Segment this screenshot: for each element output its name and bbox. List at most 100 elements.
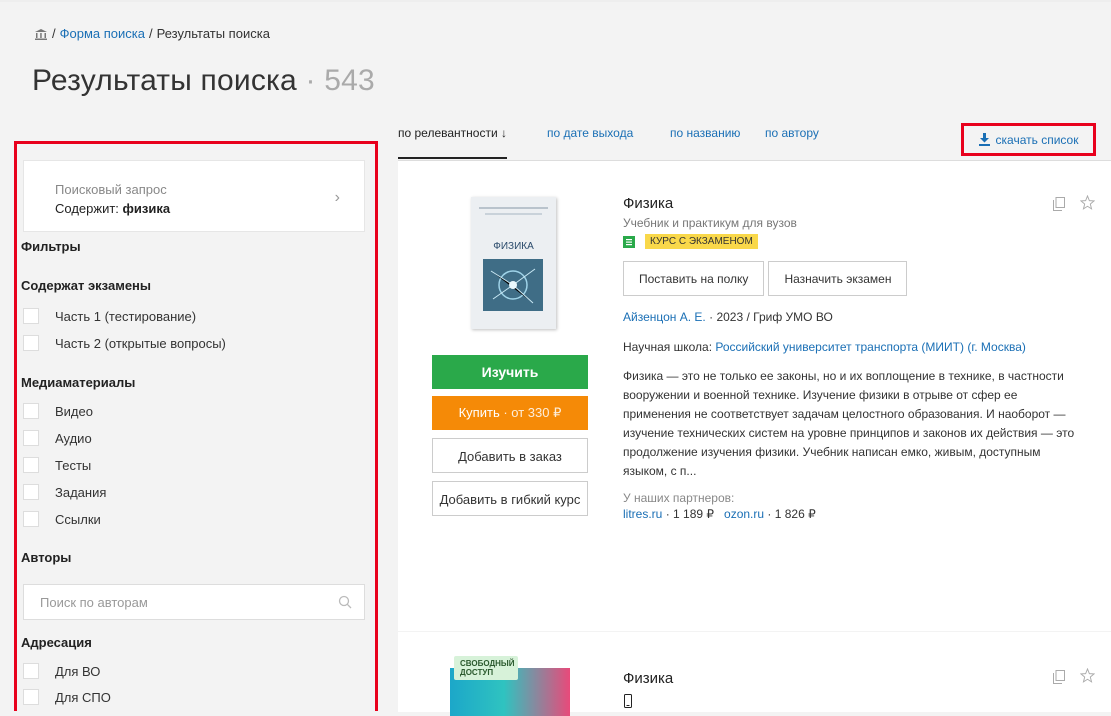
cover-decoration <box>479 207 548 209</box>
query-label: Поисковый запрос <box>55 182 167 197</box>
page-title-text: Результаты поиска <box>32 64 297 97</box>
filter-checkbox-row[interactable]: Тесты <box>23 457 91 473</box>
badge-row: КУРС С ЭКЗАМЕНОМ <box>623 234 1083 249</box>
checkbox[interactable] <box>23 308 39 324</box>
checkbox-label: Аудио <box>55 430 92 446</box>
results-separator: · <box>305 64 316 97</box>
cover-title: ФИЗИКА <box>493 241 534 252</box>
free-access-badge: СВОБОДНЫЙ ДОСТУП <box>454 656 518 680</box>
top-divider <box>0 0 1111 2</box>
breadcrumb-current: Результаты поиска <box>156 26 270 41</box>
checkbox[interactable] <box>23 457 39 473</box>
filter-checkbox-row[interactable]: Аудио <box>23 430 92 446</box>
audience-section-title: Адресация <box>21 635 92 650</box>
partner-price: · 1 189 ₽ <box>665 507 715 521</box>
add-to-flex-course-button[interactable]: Добавить в гибкий курс <box>432 481 588 516</box>
add-to-order-button[interactable]: Добавить в заказ <box>432 438 588 473</box>
media-section-title: Медиаматериалы <box>21 375 136 390</box>
filters-sidebar: Поисковый запрос Содержит: физика › Филь… <box>14 141 378 711</box>
checkbox-label: Задания <box>55 484 107 500</box>
sort-by-author[interactable]: по автору <box>765 126 819 140</box>
download-list-label: скачать список <box>995 132 1079 147</box>
partner-price: · 1 826 ₽ <box>767 507 816 521</box>
home-icon[interactable] <box>34 28 48 40</box>
sort-by-name[interactable]: по названию <box>670 126 740 140</box>
filter-checkbox-row[interactable]: Задания <box>23 484 106 500</box>
book-meta: Айзенцон А. Е. · 2023 / Гриф УМО ВО <box>623 310 1083 324</box>
book-title[interactable]: Физика <box>623 195 1083 212</box>
author-search-field[interactable] <box>23 584 365 620</box>
filter-checkbox-row[interactable]: Часть 2 (открытые вопросы) <box>23 335 226 351</box>
download-list-button[interactable]: скачать список <box>961 123 1096 156</box>
checkbox[interactable] <box>23 403 39 419</box>
query-value: Содержит: физика <box>55 201 170 216</box>
book-actions: Поставить на полку Назначить экзамен <box>623 261 1083 296</box>
checkbox[interactable] <box>23 484 39 500</box>
school-link[interactable]: Российский университет транспорта (МИИТ)… <box>715 340 1026 354</box>
star-icon[interactable] <box>1080 195 1095 210</box>
add-to-shelf-button[interactable]: Поставить на полку <box>623 261 765 296</box>
query-contains-label: Содержит: <box>55 201 119 216</box>
book-description: Физика — это не только ее законы, но и и… <box>623 369 1075 478</box>
sort-by-relevance[interactable]: по релевантности ↓ <box>398 126 508 159</box>
partners-label: У наших партнеров: <box>623 491 735 505</box>
checkbox[interactable] <box>23 335 39 351</box>
chevron-right-icon: › <box>334 189 340 206</box>
book-title[interactable]: Физика <box>623 670 673 687</box>
filters-title: Фильтры <box>21 239 81 254</box>
copy-icon[interactable] <box>1053 197 1065 211</box>
author-search-input[interactable] <box>38 594 332 611</box>
cover-illustration <box>483 259 543 311</box>
assign-exam-button[interactable]: Назначить экзамен <box>768 261 908 296</box>
checkbox[interactable] <box>23 511 39 527</box>
filter-checkbox-row[interactable]: Ссылки <box>23 511 101 527</box>
copy-icon[interactable] <box>1053 670 1065 684</box>
exam-course-badge: КУРС С ЭКЗАМЕНОМ <box>645 234 758 249</box>
phone-icon <box>624 694 632 708</box>
checkbox-label: Часть 2 (открытые вопросы) <box>55 335 226 351</box>
breadcrumb-search-form-link[interactable]: Форма поиска <box>60 26 145 41</box>
learn-button[interactable]: Изучить <box>432 355 588 389</box>
checkbox-label: Часть 1 (тестирование) <box>55 308 197 324</box>
scientific-school: Научная школа: Российский университет тр… <box>623 338 1083 357</box>
checkbox-label: Для ВО <box>55 663 101 679</box>
search-icon[interactable] <box>338 595 352 609</box>
filter-checkbox-row[interactable]: Видео <box>23 403 93 419</box>
query-term: физика <box>122 201 171 216</box>
download-icon <box>978 133 990 146</box>
sort-by-date[interactable]: по дате выхода <box>547 126 633 140</box>
buy-label: Купить <box>458 405 500 420</box>
filter-checkbox-row[interactable]: Для ВО <box>23 663 100 679</box>
star-icon[interactable] <box>1080 668 1095 683</box>
book-cover[interactable]: СВОБОДНЫЙ ДОСТУП <box>450 656 570 716</box>
checkbox[interactable] <box>23 430 39 446</box>
checkbox-label: Видео <box>55 403 93 419</box>
page-title: Результаты поиска · 543 <box>32 64 375 98</box>
buy-price: · от 330 ₽ <box>503 405 562 420</box>
checkbox[interactable] <box>23 689 39 705</box>
sort-bar: по релевантности ↓ по дате выхода по наз… <box>398 123 1111 161</box>
partner-offers: litres.ru · 1 189 ₽ ozon.ru · 1 826 ₽ <box>623 507 1083 521</box>
book-subtitle: Учебник и практикум для вузов <box>623 216 797 230</box>
breadcrumb-sep: / <box>148 26 153 41</box>
cover-decoration <box>485 213 542 215</box>
checkbox[interactable] <box>23 663 39 679</box>
partner-link-litres[interactable]: litres.ru <box>623 507 662 521</box>
book-cover[interactable]: ФИЗИКА <box>471 197 556 329</box>
breadcrumb: / Форма поиска / Результаты поиска <box>34 26 270 41</box>
exams-section-title: Содержат экзамены <box>21 278 151 293</box>
search-query-box[interactable]: Поисковый запрос Содержит: физика › <box>23 160 365 232</box>
author-link[interactable]: Айзенцон А. Е. <box>623 310 706 324</box>
book-info: Физика Учебник и практикум для вузов КУР… <box>623 195 1083 521</box>
checkbox-label: Ссылки <box>55 511 101 527</box>
checkbox-label: Для СПО <box>55 689 111 705</box>
result-card: СВОБОДНЫЙ ДОСТУП Физика <box>398 632 1111 716</box>
filter-checkbox-row[interactable]: Часть 1 (тестирование) <box>23 308 196 324</box>
buy-button[interactable]: Купить · от 330 ₽ <box>432 396 588 430</box>
results-count: 543 <box>324 64 375 97</box>
partner-link-ozon[interactable]: ozon.ru <box>724 507 764 521</box>
course-icon <box>623 235 635 248</box>
authors-section-title: Авторы <box>21 550 72 565</box>
filter-checkbox-row[interactable]: Для СПО <box>23 689 111 705</box>
year-grif: · 2023 / Гриф УМО ВО <box>709 310 833 324</box>
